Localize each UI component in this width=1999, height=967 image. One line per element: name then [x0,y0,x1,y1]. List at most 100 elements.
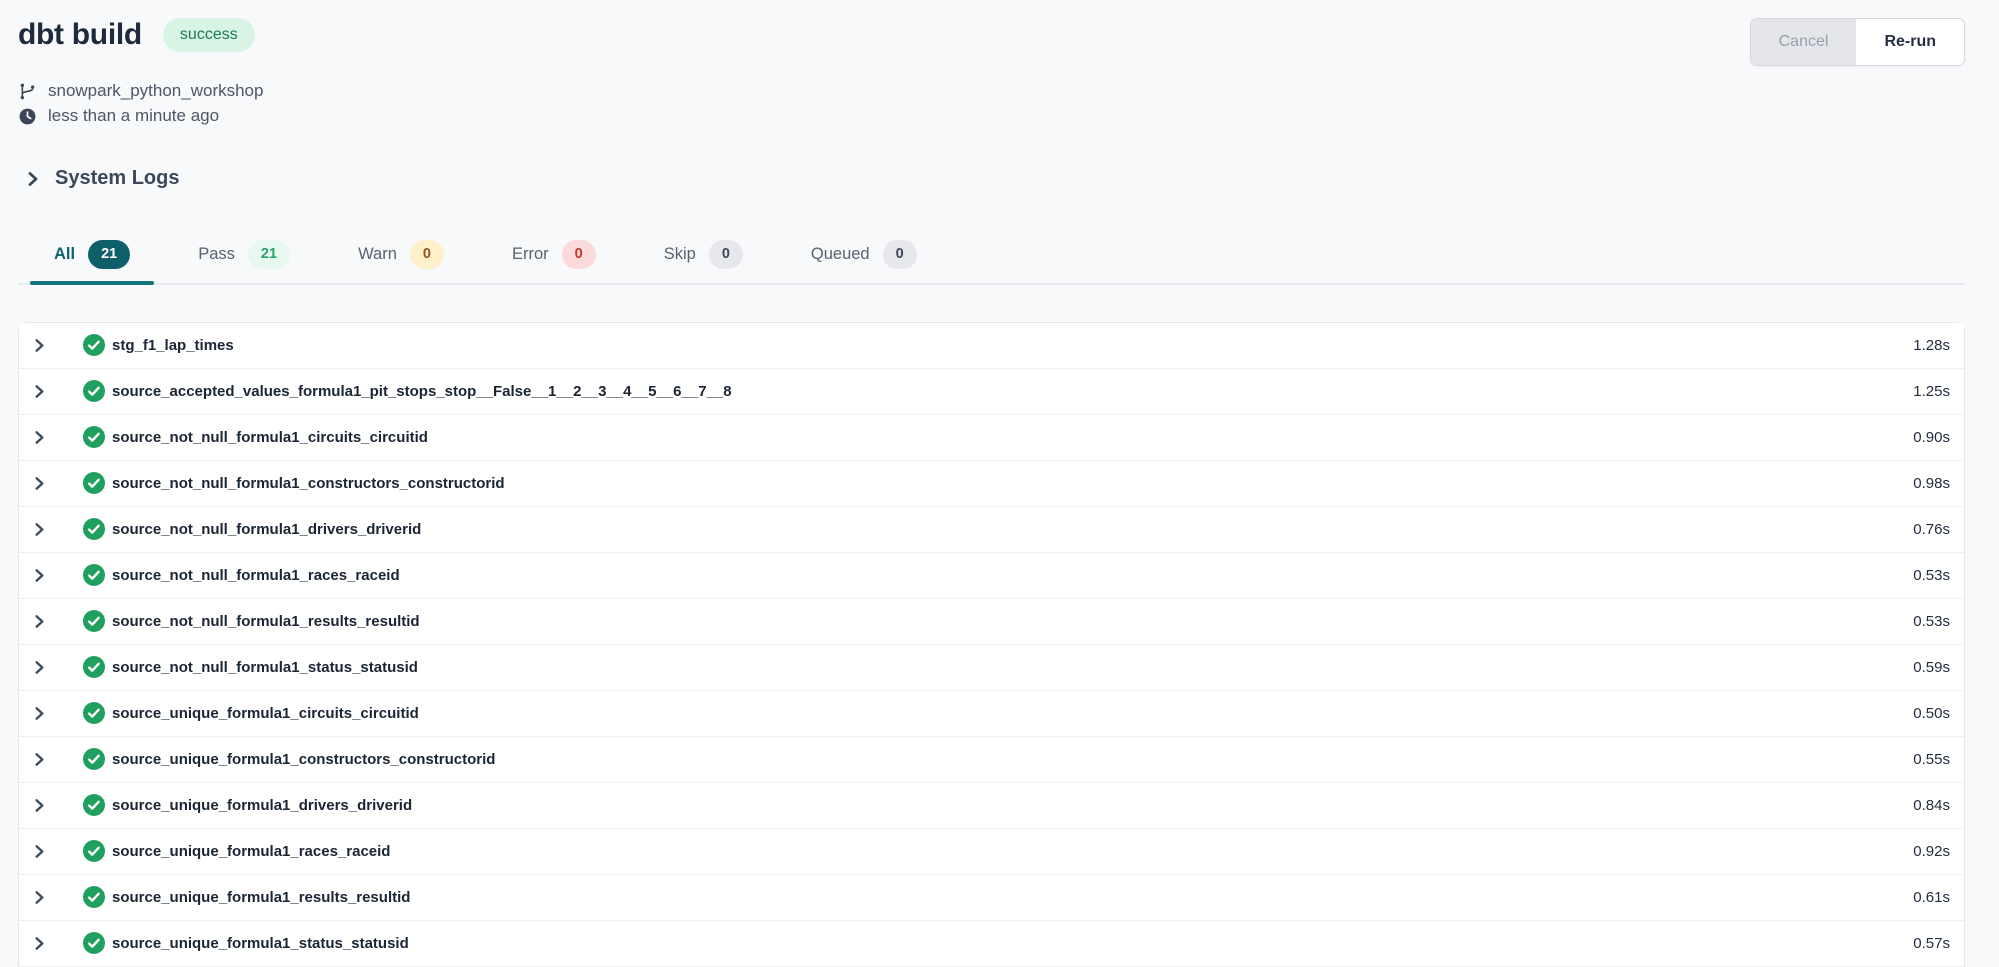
expand-chevron-icon[interactable] [32,890,47,905]
cancel-button[interactable]: Cancel [1751,19,1857,65]
result-row[interactable]: source_unique_formula1_results_resultid … [19,875,1964,921]
rerun-button[interactable]: Re-run [1856,19,1964,65]
chevron-right-icon [25,171,41,187]
result-duration: 0.90s [1913,429,1950,446]
result-row[interactable]: source_not_null_formula1_races_raceid 0.… [19,553,1964,599]
run-meta: snowpark_python_workshop less than a min… [18,81,1965,126]
expand-chevron-icon[interactable] [32,384,47,399]
result-duration: 0.59s [1913,659,1950,676]
result-row[interactable]: source_unique_formula1_constructors_cons… [19,737,1964,783]
branch-name: snowpark_python_workshop [48,81,263,101]
tab-error[interactable]: Error 0 [488,238,620,283]
tab-label: Skip [664,245,696,264]
run-detail-page: dbt build success Cancel Re-run snowpark… [0,0,1999,967]
success-check-icon [83,748,105,770]
result-row[interactable]: source_unique_formula1_circuits_circuiti… [19,691,1964,737]
result-duration: 0.53s [1913,613,1950,630]
tab-label: Warn [358,245,397,264]
page-title: dbt build [18,18,142,52]
tab-skip[interactable]: Skip 0 [640,238,767,283]
tab-pass[interactable]: Pass 21 [174,238,314,283]
result-row[interactable]: source_not_null_formula1_constructors_co… [19,461,1964,507]
result-row[interactable]: source_unique_formula1_drivers_driverid … [19,783,1964,829]
result-duration: 1.25s [1913,383,1950,400]
tab-count-badge: 0 [562,240,596,269]
result-row[interactable]: source_accepted_values_formula1_pit_stop… [19,369,1964,415]
result-name: source_not_null_formula1_status_statusid [112,659,418,676]
expand-chevron-icon[interactable] [32,844,47,859]
status-badge: success [163,18,255,52]
success-check-icon [83,426,105,448]
result-duration: 0.53s [1913,567,1950,584]
tab-warn[interactable]: Warn 0 [334,238,468,283]
result-duration: 0.76s [1913,521,1950,538]
expand-chevron-icon[interactable] [32,338,47,353]
result-duration: 0.57s [1913,935,1950,952]
expand-chevron-icon[interactable] [32,522,47,537]
result-name: source_not_null_formula1_drivers_driveri… [112,521,421,538]
clock-icon [18,107,37,126]
success-check-icon [83,794,105,816]
result-row[interactable]: source_not_null_formula1_results_resulti… [19,599,1964,645]
result-duration: 0.92s [1913,843,1950,860]
tab-queued[interactable]: Queued 0 [787,238,941,283]
success-check-icon [83,656,105,678]
tab-label: Error [512,245,549,264]
result-name: source_not_null_formula1_results_resulti… [112,613,420,630]
run-time-line: less than a minute ago [18,106,1965,126]
result-name: source_accepted_values_formula1_pit_stop… [112,383,732,400]
result-row[interactable]: source_not_null_formula1_status_statusid… [19,645,1964,691]
expand-chevron-icon[interactable] [32,476,47,491]
status-filter-tabs: All 21 Pass 21 Warn 0 Error 0 Skip 0 [18,238,1965,285]
expand-chevron-icon[interactable] [32,706,47,721]
result-row[interactable]: source_not_null_formula1_circuits_circui… [19,415,1964,461]
result-row[interactable]: source_unique_formula1_races_raceid 0.92… [19,829,1964,875]
expand-chevron-icon[interactable] [32,936,47,951]
result-row[interactable]: source_not_null_formula1_drivers_driveri… [19,507,1964,553]
tab-count-badge: 0 [883,240,917,269]
success-check-icon [83,380,105,402]
success-check-icon [83,334,105,356]
result-row[interactable]: source_unique_formula1_status_statusid 0… [19,921,1964,967]
expand-chevron-icon[interactable] [32,430,47,445]
tab-count-badge: 0 [410,240,444,269]
run-header: dbt build success Cancel Re-run [18,18,1965,66]
result-duration: 1.28s [1913,337,1950,354]
expand-chevron-icon[interactable] [32,614,47,629]
success-check-icon [83,610,105,632]
success-check-icon [83,564,105,586]
tab-label: Pass [198,245,235,264]
result-duration: 0.50s [1913,705,1950,722]
tab-count-badge: 21 [88,240,130,269]
success-check-icon [83,932,105,954]
results-list: stg_f1_lap_times 1.28s source_accepted_v… [18,322,1965,967]
result-name: source_unique_formula1_races_raceid [112,843,390,860]
tab-all[interactable]: All 21 [30,238,154,283]
tab-label: Queued [811,245,870,264]
expand-chevron-icon[interactable] [32,798,47,813]
success-check-icon [83,886,105,908]
result-name: source_unique_formula1_circuits_circuiti… [112,705,419,722]
success-check-icon [83,472,105,494]
result-row[interactable]: stg_f1_lap_times 1.28s [19,323,1964,369]
tab-count-badge: 21 [248,240,290,269]
run-title-group: dbt build success [18,18,255,52]
result-name: source_unique_formula1_status_statusid [112,935,409,952]
tab-label: All [54,245,75,264]
expand-chevron-icon[interactable] [32,752,47,767]
result-name: source_unique_formula1_constructors_cons… [112,751,495,768]
expand-chevron-icon[interactable] [32,568,47,583]
result-name: source_not_null_formula1_constructors_co… [112,475,505,492]
success-check-icon [83,840,105,862]
result-name: source_unique_formula1_results_resultid [112,889,410,906]
result-name: source_not_null_formula1_races_raceid [112,567,400,584]
run-time-ago: less than a minute ago [48,106,219,126]
result-duration: 0.84s [1913,797,1950,814]
tab-count-badge: 0 [709,240,743,269]
result-duration: 0.98s [1913,475,1950,492]
expand-chevron-icon[interactable] [32,660,47,675]
result-duration: 0.55s [1913,751,1950,768]
system-logs-toggle[interactable]: System Logs [18,167,179,190]
success-check-icon [83,702,105,724]
git-branch-icon [18,82,37,101]
